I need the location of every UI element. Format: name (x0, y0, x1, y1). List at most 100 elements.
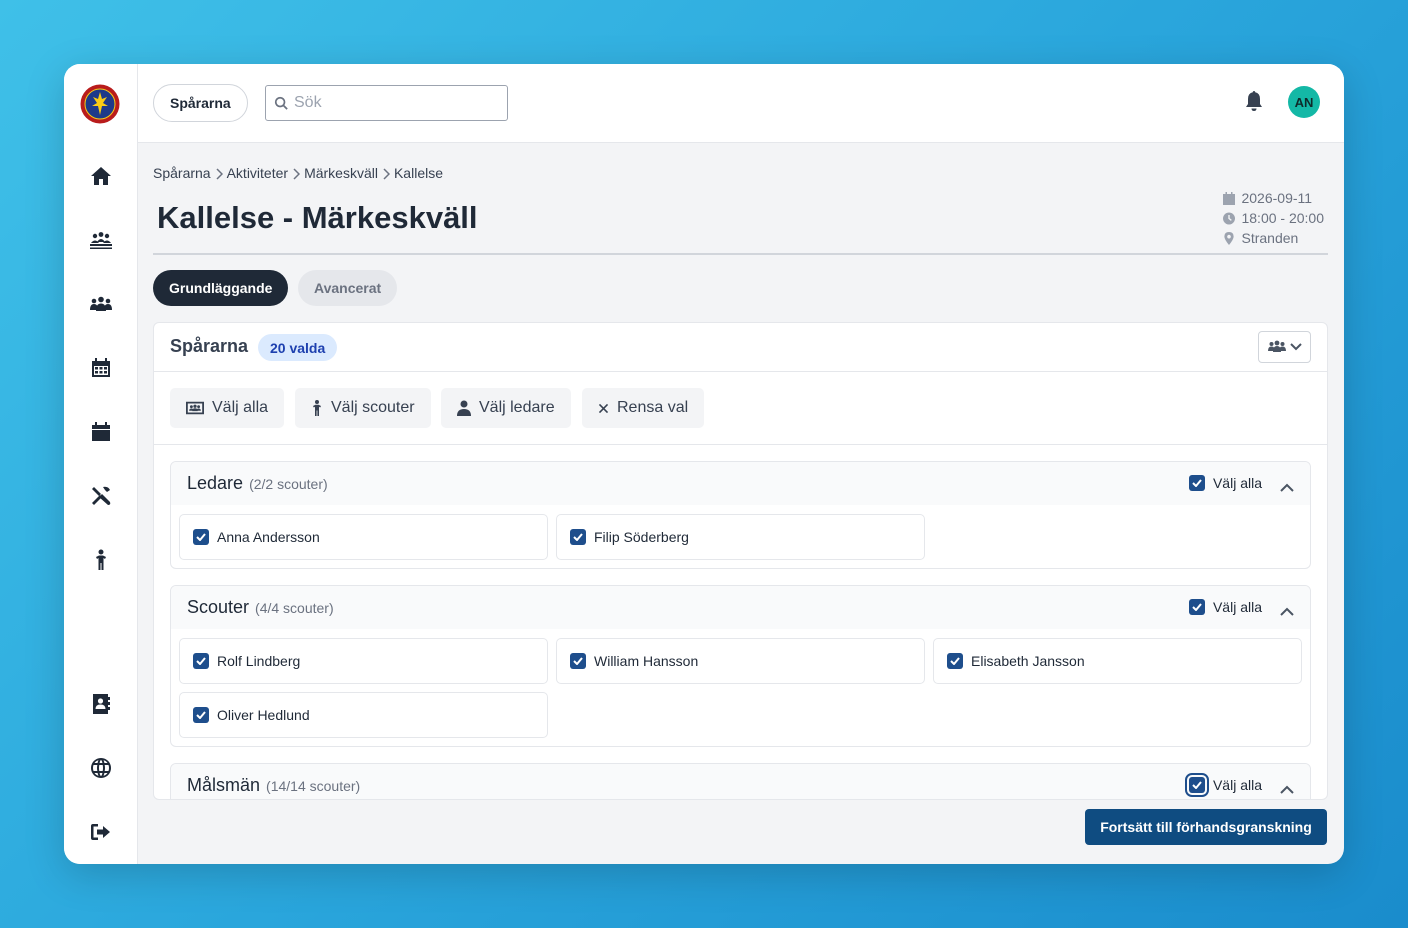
breadcrumb-current: Kallelse (393, 165, 443, 181)
breadcrumb-activity[interactable]: Märkeskväll (304, 165, 378, 181)
breadcrumb-activities[interactable]: Aktiviteter (227, 165, 288, 181)
select-all-button[interactable]: Välj alla (170, 388, 285, 428)
main-content: Spårarna Aktiviteter Märkeskväll Kallels… (138, 144, 1344, 864)
member-name: Oliver Hedlund (217, 707, 310, 723)
scout-logo[interactable] (80, 84, 120, 124)
group-header[interactable]: Scouter (4/4 scouter) Välj alla (171, 586, 1310, 629)
contact-book-icon[interactable] (88, 691, 114, 717)
globe-icon[interactable] (88, 755, 114, 781)
group-header[interactable]: Ledare (2/2 scouter) Välj alla (171, 462, 1310, 505)
breadcrumb: Spårarna Aktiviteter Märkeskväll Kallels… (153, 165, 443, 181)
member-name: Elisabeth Jansson (971, 653, 1085, 669)
clear-selection-button[interactable]: Rensa val (582, 388, 705, 428)
breadcrumb-organization[interactable]: Spårarna (153, 165, 211, 181)
user-icon (457, 400, 471, 416)
group-select-all[interactable]: Välj alla (1184, 773, 1262, 797)
checkbox-checked[interactable] (193, 707, 209, 723)
tab-advanced[interactable]: Avancerat (298, 270, 398, 306)
card-header: Spårarna 20 valda (154, 323, 1327, 372)
checkbox-checked[interactable] (193, 653, 209, 669)
member-name: William Hansson (594, 653, 699, 669)
chevron-up-icon[interactable] (1280, 781, 1294, 794)
group-title: Ledare (2/2 scouter) (187, 473, 328, 493)
group-meeting-icon[interactable] (88, 227, 114, 253)
search-box[interactable] (265, 85, 508, 121)
checkbox-checked[interactable] (1184, 773, 1209, 797)
users-icon (1267, 340, 1286, 352)
member-item[interactable]: Anna Andersson (179, 514, 548, 560)
group-count: (2/2 scouter) (249, 476, 328, 492)
group-select-all-label: Välj alla (1212, 475, 1262, 491)
member-item[interactable]: Filip Söderberg (556, 514, 925, 560)
location-pin-icon (1224, 231, 1235, 245)
sidebar (64, 64, 138, 864)
chevron-right-icon (382, 167, 391, 180)
member-name: Rolf Lindberg (217, 653, 301, 669)
member-name: Filip Söderberg (594, 529, 689, 545)
group-select-all-label: Välj alla (1212, 599, 1262, 615)
logout-icon[interactable] (88, 819, 114, 845)
member-item[interactable]: William Hansson (556, 638, 925, 684)
organization-button[interactable]: Spårarna (153, 84, 248, 122)
checkbox-checked[interactable] (193, 529, 209, 545)
member-name: Anna Andersson (217, 529, 320, 545)
member-item[interactable]: Rolf Lindberg (179, 638, 548, 684)
activity-date: 2026-09-11 (1241, 190, 1313, 206)
group-guardians: Målsmän (14/14 scouter) Välj alla (170, 763, 1311, 799)
checkbox-checked[interactable] (947, 653, 963, 669)
calendar-icon (1223, 191, 1236, 205)
user-avatar[interactable]: AN (1288, 86, 1320, 118)
checkbox-checked[interactable] (1188, 599, 1205, 615)
group-leaders: Ledare (2/2 scouter) Välj alla Anna Ander… (170, 461, 1311, 569)
search-icon (274, 96, 288, 110)
group-scouts: Scouter (4/4 scouter) Välj alla Rolf Lind… (170, 585, 1311, 747)
select-all-label: Välj alla (212, 399, 269, 416)
chevron-up-icon[interactable] (1280, 479, 1294, 492)
id-card-icon (186, 401, 204, 415)
page-title: Kallelse - Märkeskväll (157, 200, 478, 235)
continue-to-preview-button[interactable]: Fortsätt till förhandsgranskning (1085, 809, 1327, 845)
select-scouts-label: Välj scouter (331, 399, 415, 416)
chevron-down-icon (1289, 343, 1302, 351)
group-filter-dropdown[interactable] (1258, 331, 1311, 363)
calendar-grid-icon[interactable] (88, 355, 114, 381)
group-select-all[interactable]: Välj alla (1188, 599, 1262, 615)
select-scouts-button[interactable]: Välj scouter (295, 388, 431, 428)
member-item[interactable]: Elisabeth Jansson (933, 638, 1302, 684)
selection-actions: Välj alla Välj scouter Välj ledare Rensa… (154, 372, 1327, 445)
select-leaders-button[interactable]: Välj ledare (441, 388, 571, 428)
groups-scroll-area[interactable]: Ledare (2/2 scouter) Välj alla Anna Ander… (154, 445, 1327, 799)
activity-meta: 2026-09-11 18:00 - 20:00 Stranden (1223, 188, 1324, 248)
activity-location: Stranden (1241, 230, 1299, 246)
checkbox-checked[interactable] (570, 529, 586, 545)
card-title: Spårarna (170, 336, 249, 356)
tools-icon[interactable] (88, 483, 114, 509)
child-icon[interactable] (88, 547, 114, 573)
close-icon (598, 403, 609, 413)
group-count: (14/14 scouter) (266, 778, 361, 794)
group-header[interactable]: Målsmän (14/14 scouter) Välj alla (171, 764, 1310, 799)
select-leaders-label: Välj ledare (479, 399, 555, 416)
chevron-right-icon (292, 167, 301, 180)
search-input[interactable] (294, 94, 494, 112)
chevron-right-icon (215, 167, 223, 180)
activity-time: 18:00 - 20:00 (1241, 210, 1324, 226)
chevron-up-icon[interactable] (1280, 603, 1294, 616)
member-item[interactable]: Oliver Hedlund (179, 692, 548, 738)
users-icon[interactable] (88, 291, 114, 317)
selected-count-badge: 20 valda (258, 334, 338, 361)
bell-icon[interactable] (1244, 90, 1266, 114)
group-count: (4/4 scouter) (255, 600, 334, 616)
top-bar: Spårarna AN (138, 64, 1344, 143)
group-select-all-label: Välj alla (1212, 777, 1262, 793)
checkbox-checked[interactable] (570, 653, 586, 669)
group-title: Målsmän (14/14 scouter) (187, 775, 361, 795)
group-select-all[interactable]: Välj alla (1188, 475, 1262, 491)
calendar-icon[interactable] (88, 419, 114, 445)
clear-selection-label: Rensa val (617, 399, 689, 416)
tab-basic[interactable]: Grundläggande (153, 270, 289, 306)
clock-icon (1223, 212, 1236, 224)
home-icon[interactable] (88, 163, 114, 189)
divider (153, 253, 1328, 255)
checkbox-checked[interactable] (1188, 475, 1205, 491)
